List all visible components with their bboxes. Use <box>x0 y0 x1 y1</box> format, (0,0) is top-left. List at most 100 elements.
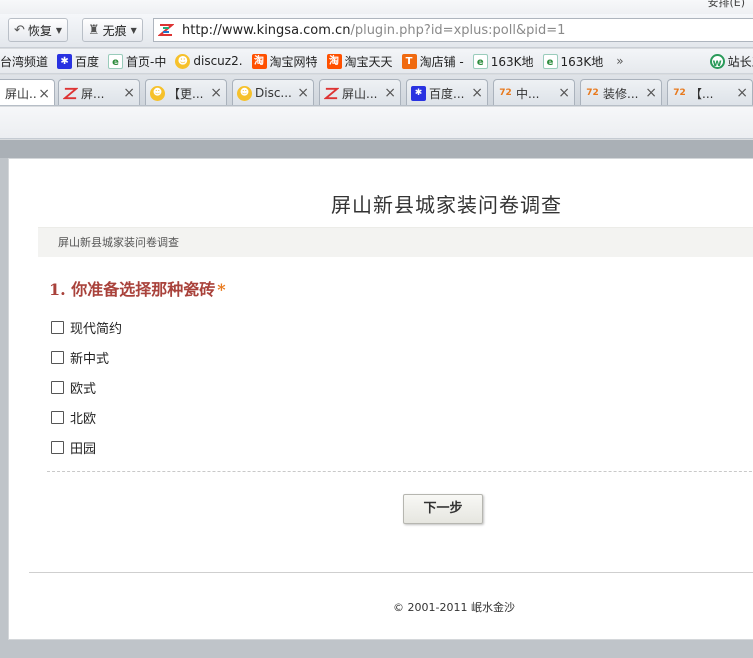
ie-page-icon: e <box>108 53 124 69</box>
tab-item[interactable]: ☻ Disc... × <box>232 79 314 105</box>
webmaster-icon: w <box>709 53 725 69</box>
menu-strip: 安排(E) <box>0 0 753 14</box>
tab-label: 中... <box>516 86 540 101</box>
option-item[interactable]: 北欧 <box>51 402 122 432</box>
tab-item[interactable]: ☻ 【更... × <box>145 79 227 105</box>
next-step-button[interactable]: 下一步 <box>403 494 483 524</box>
footer-divider <box>29 572 753 573</box>
zhuang-icon: 72 <box>499 87 512 98</box>
option-item[interactable]: 现代简约 <box>51 312 122 342</box>
incognito-button[interactable]: ♜ 无痕 ▼ <box>82 18 143 42</box>
tab-label: 【... <box>690 86 714 101</box>
baidu-icon: ✱ <box>411 85 426 101</box>
tab-item[interactable]: 屏山... × <box>319 79 401 105</box>
bookmark-label: 淘宝网特 <box>269 54 318 69</box>
ie-page-icon: e <box>472 53 488 69</box>
taobao-icon: 淘 <box>326 53 342 69</box>
copyright-footer: © 2001-2011 岷水金沙 <box>393 601 515 614</box>
bookmark-item[interactable]: ☻ discuz2. <box>175 53 243 69</box>
tab-item[interactable]: 72 【... × <box>667 79 753 105</box>
tab-label: 【更... <box>168 86 204 101</box>
bookmark-label: discuz2. <box>193 54 243 68</box>
menu-peek-text[interactable]: 安排(E) <box>707 0 745 10</box>
tab-label: 屏山... <box>342 86 378 101</box>
tab-label: Disc... <box>255 86 292 100</box>
close-icon[interactable]: × <box>38 86 50 102</box>
chevron-down-icon: ▼ <box>130 25 137 35</box>
incognito-icon: ♜ <box>88 22 100 38</box>
restore-label: 恢复 <box>27 23 52 38</box>
tab-label: 装修... <box>603 86 639 101</box>
bookmark-item[interactable]: w 站长工 <box>709 53 753 70</box>
bookmark-item[interactable]: e 163K地 <box>542 53 604 70</box>
option-label: 田园 <box>70 441 97 457</box>
tab-label: 百度... <box>429 86 465 101</box>
bookmarks-more-button[interactable]: » <box>616 54 623 68</box>
incognito-label: 无痕 <box>102 23 127 38</box>
tab-item[interactable]: 72 中... × <box>493 79 575 105</box>
bookmarks-bar: 台湾频道 ✱ 百度 e 首页-中 ☻ discuz2. 淘 淘宝网特 淘 淘宝天… <box>0 49 753 74</box>
bookmark-item[interactable]: 台湾频道 <box>0 53 48 70</box>
option-checkbox[interactable] <box>51 350 64 364</box>
zhuang-icon: 72 <box>673 87 686 98</box>
bookmark-item[interactable]: 淘 淘宝天天 <box>326 53 393 70</box>
tab-item[interactable]: 屏... × <box>58 79 140 105</box>
tdianpu-icon: T <box>401 53 417 69</box>
close-icon[interactable]: × <box>736 85 748 101</box>
close-icon[interactable]: × <box>471 85 483 101</box>
bookmark-item[interactable]: e 首页-中 <box>108 53 166 70</box>
question-title: 1. 你准备选择那种瓷砖 * <box>49 276 226 300</box>
restore-button[interactable]: ↶ 恢复 ▼ <box>8 18 69 42</box>
close-icon[interactable]: × <box>558 85 570 101</box>
bookmark-item[interactable]: e 163K地 <box>472 53 534 70</box>
close-icon[interactable]: × <box>645 85 657 101</box>
option-label: 现代简约 <box>70 321 123 337</box>
option-list: 现代简约 新中式 欧式 北欧 田园 <box>51 312 122 462</box>
bookmark-item[interactable]: ✱ 百度 <box>57 53 99 70</box>
option-checkbox[interactable] <box>51 410 64 424</box>
ie-page-icon: e <box>542 53 558 69</box>
bookmark-label: 首页-中 <box>126 54 167 69</box>
taobao-icon: 淘 <box>251 53 267 69</box>
tab-label: 屏... <box>81 86 105 101</box>
url-host: http://www.kingsa.com.cn <box>182 22 351 38</box>
baidu-icon: ✱ <box>57 53 73 69</box>
breadcrumb: 屏山新县城家装问卷调查 <box>38 227 753 257</box>
navigation-bar: ↶ 恢复 ▼ ♜ 无痕 ▼ http://www.kingsa.com.cn/p… <box>0 14 753 48</box>
close-icon[interactable]: × <box>210 85 222 101</box>
bookmark-label: 站长工 <box>727 54 753 69</box>
address-bar[interactable]: http://www.kingsa.com.cn/plugin.php?id=x… <box>153 18 753 42</box>
question-label: 1. 你准备选择那种瓷砖 <box>49 280 216 299</box>
option-label: 欧式 <box>70 381 97 397</box>
bookmark-item[interactable]: T 淘店铺 - <box>401 53 464 70</box>
zhuang-icon: 72 <box>586 87 599 98</box>
bookmark-label: 淘店铺 - <box>419 54 464 69</box>
toolbar-spacer <box>0 107 753 139</box>
site-icon <box>62 86 79 101</box>
discuz-icon: ☻ <box>150 85 165 101</box>
option-item[interactable]: 田园 <box>51 432 122 462</box>
tab-item[interactable]: ✱ 百度... × <box>406 79 488 105</box>
site-favicon-icon <box>157 22 175 38</box>
undo-icon: ↶ <box>14 22 25 38</box>
option-checkbox[interactable] <box>51 440 64 454</box>
tab-bar: 屏山... × 屏... × ☻ 【更... × ☻ Disc... × 屏山.… <box>0 75 753 106</box>
bookmark-label: 163K地 <box>560 54 604 69</box>
bookmark-label: 163K地 <box>490 54 534 69</box>
bookmark-item[interactable]: 淘 淘宝网特 <box>251 53 318 70</box>
close-icon[interactable]: × <box>123 85 135 101</box>
option-label: 北欧 <box>70 411 97 427</box>
bookmark-label: 淘宝天天 <box>344 54 393 69</box>
close-icon[interactable]: × <box>297 85 309 101</box>
bookmark-label: 百度 <box>75 54 100 69</box>
dashed-divider <box>47 471 753 472</box>
option-item[interactable]: 欧式 <box>51 372 122 402</box>
tab-active[interactable]: 屏山... × <box>0 79 55 105</box>
close-icon[interactable]: × <box>384 85 396 101</box>
survey-card: 屏山新县城家装问卷调查 屏山新县城家装问卷调查 1. 你准备选择那种瓷砖 * 现代… <box>8 158 753 640</box>
option-item[interactable]: 新中式 <box>51 342 122 372</box>
tab-item[interactable]: 72 装修... × <box>580 79 662 105</box>
option-checkbox[interactable] <box>51 380 64 394</box>
option-label: 新中式 <box>70 351 110 367</box>
option-checkbox[interactable] <box>51 320 64 334</box>
